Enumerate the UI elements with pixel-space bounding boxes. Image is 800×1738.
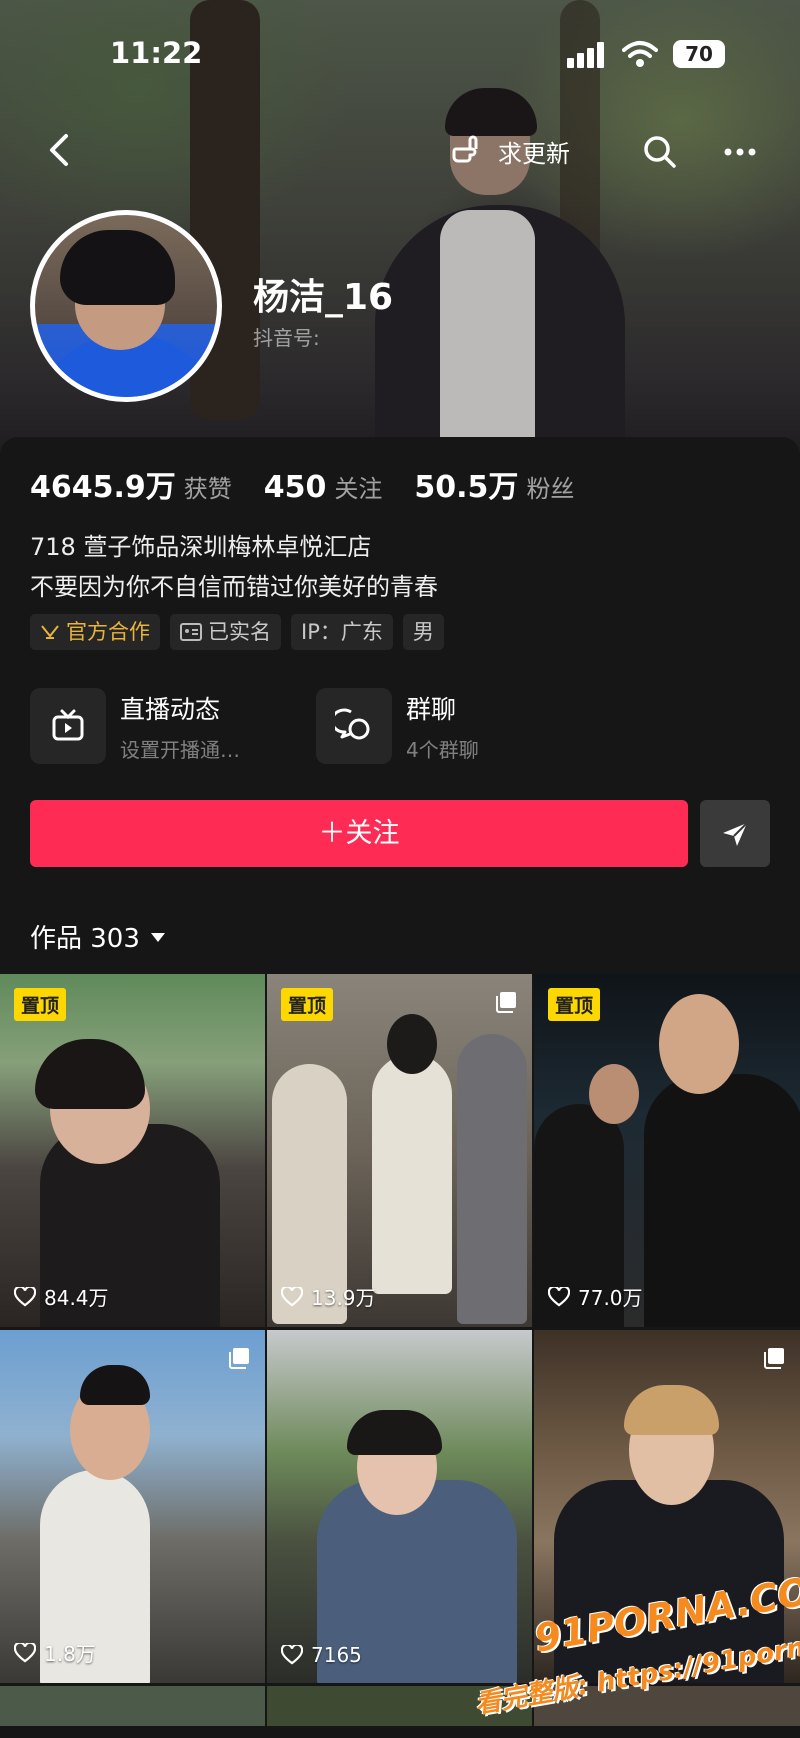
tag-label: 官方合作 [66,620,150,644]
bio-line: 718 萱子饰品深圳梅林卓悦汇店 [30,533,372,561]
video-thumbnail[interactable]: 1.8万 [0,1330,265,1683]
douyin-id: 抖音号: [253,326,320,350]
stat-likes-value: 4645.9万 [30,470,176,505]
video-thumbnail[interactable] [0,1686,265,1726]
video-thumbnail[interactable]: 置顶 84.4万 [0,974,265,1327]
status-bar: 11:22 70 [0,0,800,100]
tag-label: 男 [412,620,434,644]
stat-likes-label: 获赞 [183,475,232,503]
video-thumbnail[interactable]: 置顶 77.0万 [534,974,800,1327]
tag-ip-location: IP：广东 [291,614,393,650]
wifi-icon [622,41,658,67]
battery-indicator: 70 [673,40,725,68]
live-feed-entry[interactable]: 直播动态 设置开播通… [30,688,240,764]
live-feed-title: 直播动态 [120,694,221,724]
id-card-icon [180,623,202,641]
stat-following-value[interactable]: 450 [264,470,327,505]
tag-official-partner[interactable]: 官方合作 [30,614,160,650]
profile-name: 杨洁_16 [253,277,394,318]
pinned-badge: 置顶 [548,988,601,1021]
like-count-label: 7165 [311,1643,362,1667]
like-count-label: 13.9万 [311,1286,376,1310]
heart-icon [281,1645,303,1665]
group-chat-entry[interactable]: 群聊 4个群聊 [316,688,479,764]
pointing-hand-icon [452,135,478,163]
live-feed-subtitle: 设置开播通… [120,737,240,762]
like-count: 77.0万 [548,1282,643,1311]
signal-icon [567,42,609,68]
heart-icon [14,1642,36,1663]
heart-icon [281,1286,303,1307]
back-icon[interactable] [40,130,80,170]
avatar[interactable] [30,210,222,402]
share-button[interactable] [700,800,770,867]
multi-image-icon [229,1348,249,1369]
send-icon [723,821,748,846]
like-count: 84.4万 [14,1282,109,1311]
status-time: 11:22 [110,36,203,70]
like-count: 13.9万 [281,1282,376,1311]
pinned-badge: 置顶 [281,988,334,1021]
more-icon[interactable] [720,132,760,172]
tv-icon [52,709,84,741]
like-count: 7165 [281,1643,362,1667]
stat-following-label[interactable]: 关注 [334,469,382,504]
stat-followers-value[interactable]: 50.5万 [414,462,518,506]
like-count-label: 77.0万 [578,1286,643,1310]
heart-icon [548,1286,570,1307]
like-count-label: 1.8万 [44,1642,96,1666]
tab-works[interactable]: 作品 303 [30,918,166,955]
profile-bio: 718 萱子饰品深圳梅林卓悦汇店 不要因为你不自信而错过你美好的青春 [30,527,438,607]
like-count-label: 84.4万 [44,1286,109,1310]
heart-icon [14,1286,36,1307]
caret-down-icon [150,932,165,942]
tag-label: 已实名 [208,620,271,644]
tag-verified[interactable]: 已实名 [170,614,281,650]
pinned-badge: 置顶 [14,988,67,1021]
follow-button[interactable]: ＋关注 [30,800,688,867]
group-chat-icon [335,708,370,740]
works-label: 作品 303 [30,924,140,954]
handshake-icon [41,625,59,639]
search-icon[interactable] [640,132,680,172]
profile-tags: 官方合作 已实名 IP：广东 男 [30,614,444,650]
like-count: 1.8万 [14,1638,96,1667]
multi-image-icon [496,992,516,1013]
tag-label: IP：广东 [301,620,383,644]
stat-followers-label[interactable]: 粉丝 [526,469,574,504]
request-update-label: 求更新 [498,139,570,168]
profile-stats: 4645.9万 获赞 450 关注 50.5万 粉丝 [30,462,606,506]
bio-line: 不要因为你不自信而错过你美好的青春 [30,573,438,601]
tag-gender: 男 [402,614,444,650]
group-chat-title: 群聊 [406,694,457,724]
request-update-button[interactable]: 求更新 [450,128,570,174]
multi-image-icon [764,1348,784,1369]
video-thumbnail[interactable]: 置顶 13.9万 [267,974,532,1327]
group-chat-subtitle: 4个群聊 [406,737,479,762]
